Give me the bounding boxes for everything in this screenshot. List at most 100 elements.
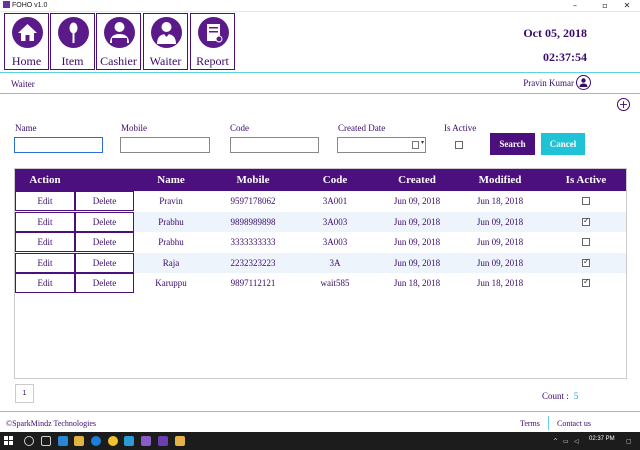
taskbar-clock[interactable]: 02:37 PM — [589, 436, 615, 442]
notification-icon[interactable]: ▢ — [626, 438, 632, 445]
delete-button[interactable]: Delete — [75, 232, 134, 253]
cell-created: Jun 09, 2018 — [393, 196, 441, 206]
monitor-icon[interactable] — [58, 436, 68, 446]
delete-button[interactable]: Delete — [75, 273, 134, 294]
cancel-button[interactable]: Cancel — [541, 133, 585, 155]
foho-app-icon[interactable] — [175, 436, 185, 446]
mobile-filter-input[interactable] — [120, 137, 210, 153]
is-active-checkbox[interactable] — [582, 197, 590, 205]
calendar-icon[interactable] — [412, 141, 419, 149]
col-created[interactable]: Created — [385, 169, 449, 191]
col-name[interactable]: Name — [142, 169, 200, 191]
cell-mobile: 2232323223 — [230, 257, 276, 268]
breadcrumb-divider — [0, 93, 640, 94]
delete-button[interactable]: Delete — [75, 211, 134, 232]
table-header: Action Name Mobile Code Created Modified… — [15, 169, 626, 191]
footer-divider — [0, 411, 640, 412]
is-active-checkbox[interactable] — [582, 277, 590, 288]
nav-waiter[interactable]: Waiter — [143, 13, 188, 70]
nav-home[interactable]: Home — [4, 13, 49, 70]
waiter-icon — [151, 17, 182, 48]
search-icon[interactable] — [24, 436, 34, 446]
waiter-table: Action Name Mobile Code Created Modified… — [14, 168, 627, 379]
cell-created: Jun 09, 2018 — [393, 237, 441, 248]
record-count: Count : 5 — [542, 391, 578, 401]
cell-name: Pravin — [159, 196, 183, 206]
count-value: 5 — [573, 391, 579, 401]
copyright-text: ©SparkMindz Technologies — [6, 419, 97, 428]
created-date-picker[interactable]: ▾ — [337, 137, 426, 153]
tray-chevron-up-icon[interactable]: ^ — [553, 438, 558, 445]
edit-button[interactable]: Edit — [15, 211, 75, 232]
col-is-active[interactable]: Is Active — [555, 169, 617, 191]
cell-created: Jun 18, 2018 — [393, 278, 441, 289]
nav-report[interactable]: Report — [190, 13, 235, 70]
nav-waiter-label: Waiter — [149, 54, 182, 68]
windows-start-icon[interactable] — [4, 436, 14, 446]
edit-button[interactable]: Edit — [15, 273, 75, 294]
app-logo-icon — [3, 1, 10, 8]
cell-modified: Jun 09, 2018 — [476, 237, 524, 248]
edit-button[interactable]: Edit — [15, 191, 75, 211]
edit-button[interactable]: Edit — [15, 232, 75, 253]
table-row: Edit Delete Prabhu 3333333333 3A003 Jun 09, 2… — [15, 232, 626, 253]
visual-studio-icon[interactable] — [141, 436, 151, 446]
cell-mobile: 9897112121 — [230, 278, 276, 289]
fork-spoon-icon — [58, 17, 89, 48]
chevron-down-icon[interactable]: ▾ — [421, 139, 424, 146]
edge-browser-icon[interactable] — [91, 436, 101, 446]
nav-item[interactable]: Item — [50, 13, 95, 70]
network-icon[interactable]: ▭ — [563, 438, 569, 445]
col-modified[interactable]: Modified — [465, 169, 535, 191]
close-button[interactable]: ✕ — [614, 0, 640, 12]
folder-icon[interactable] — [74, 436, 84, 446]
window-titlebar: FOHO v1.0 – ▫ ✕ — [0, 0, 640, 12]
name-filter-label: Name — [15, 123, 37, 133]
is-active-checkbox[interactable] — [582, 238, 590, 247]
nav-home-label: Home — [11, 54, 42, 68]
breadcrumb: Waiter — [11, 79, 35, 89]
terms-link[interactable]: Terms — [520, 419, 540, 428]
pager-page-1[interactable]: 1 — [15, 384, 34, 403]
chrome-browser-icon[interactable] — [108, 436, 118, 446]
header-divider — [0, 72, 640, 73]
nav-report-label: Report — [196, 54, 229, 68]
add-waiter-plus-icon[interactable]: + — [617, 98, 630, 111]
nav-cashier[interactable]: Cashier — [96, 13, 141, 70]
search-button[interactable]: Search — [490, 133, 535, 155]
is-active-filter-checkbox[interactable] — [455, 141, 463, 149]
os-taskbar: ^ ▭ ◁ 02:37 PM ▢ — [0, 432, 640, 450]
user-name[interactable]: Pravin Kumar — [523, 78, 574, 88]
is-active-checkbox[interactable] — [582, 257, 590, 267]
col-code[interactable]: Code — [308, 169, 362, 191]
cell-modified: Jun 09, 2018 — [476, 257, 524, 268]
col-mobile[interactable]: Mobile — [223, 169, 283, 191]
edit-button[interactable]: Edit — [15, 252, 75, 273]
delete-button[interactable]: Delete — [75, 191, 134, 211]
settings-icon[interactable] — [124, 436, 134, 446]
is-active-checkbox[interactable] — [582, 216, 590, 226]
table-row: Edit Delete Karuppu 9897112121 wait585 Jun 18… — [15, 273, 626, 294]
contact-us-link[interactable]: Contact us — [557, 419, 591, 428]
app-icon[interactable] — [158, 436, 168, 446]
user-avatar-icon[interactable] — [576, 75, 591, 90]
volume-icon[interactable]: ◁ — [574, 438, 579, 445]
name-filter-input[interactable] — [14, 137, 103, 153]
minimize-button[interactable]: – — [562, 0, 588, 12]
count-label: Count : — [542, 391, 569, 401]
code-filter-input[interactable] — [230, 137, 319, 153]
cell-created: Jun 09, 2018 — [393, 216, 441, 227]
task-view-icon[interactable] — [41, 436, 51, 446]
footer-link-divider — [548, 416, 549, 430]
cashier-icon — [104, 17, 135, 48]
created-date-filter-label: Created Date — [338, 123, 386, 133]
cell-name: Raja — [162, 257, 180, 268]
cell-code: wait585 — [320, 278, 350, 289]
col-action: Action — [29, 174, 61, 186]
cell-code: 3A003 — [322, 237, 348, 248]
cell-modified: Jun 18, 2018 — [476, 196, 524, 206]
cell-name: Karuppu — [155, 278, 187, 289]
cell-modified: Jun 18, 2018 — [476, 278, 524, 289]
delete-button[interactable]: Delete — [75, 252, 134, 273]
cell-modified: Jun 09, 2018 — [476, 216, 524, 227]
